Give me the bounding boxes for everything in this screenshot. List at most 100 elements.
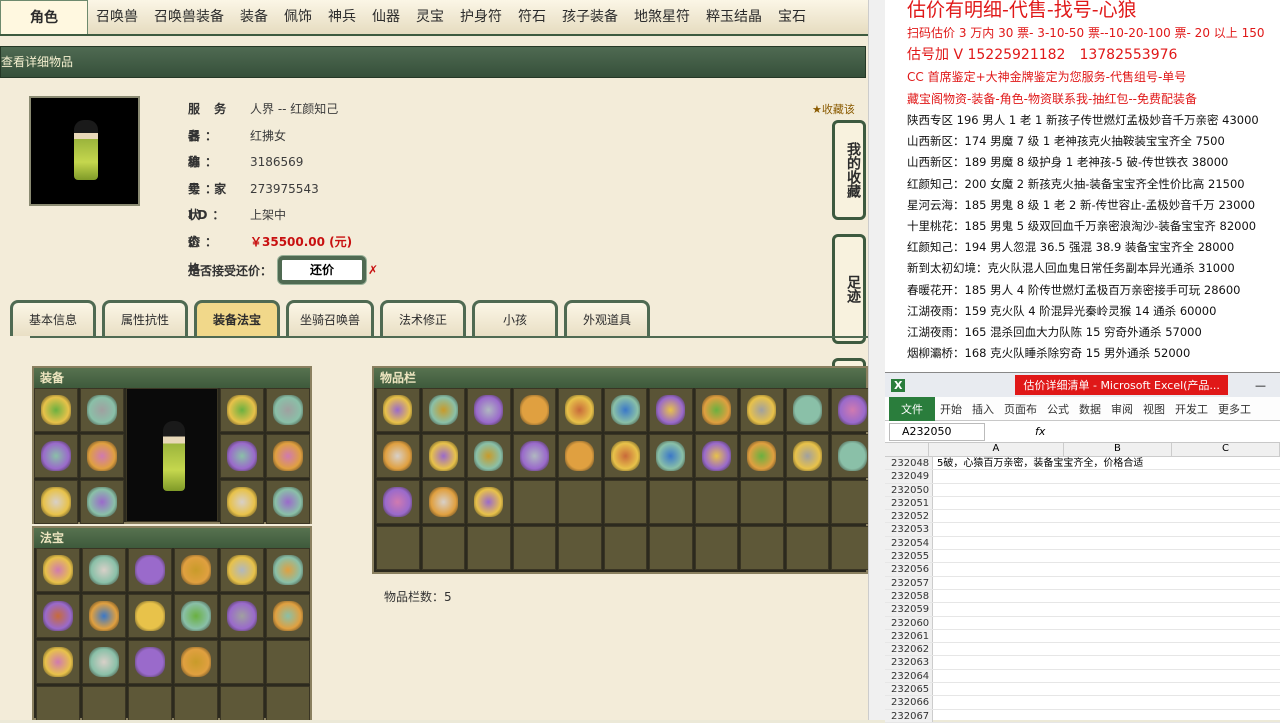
- sheet-row[interactable]: 232063: [885, 656, 1280, 670]
- item-slot[interactable]: [82, 640, 126, 684]
- item-slot[interactable]: [36, 640, 80, 684]
- item-slot[interactable]: [558, 434, 602, 478]
- favorite-link[interactable]: ★收藏该: [812, 101, 855, 117]
- ribbon-tab-5[interactable]: 审阅: [1106, 401, 1138, 417]
- item-slot[interactable]: [80, 388, 124, 432]
- column-header-A[interactable]: A: [929, 443, 1064, 456]
- sheet-row[interactable]: 232065: [885, 683, 1280, 697]
- item-slot[interactable]: [558, 388, 602, 432]
- item-slot[interactable]: [512, 434, 556, 478]
- file-tab[interactable]: 文件: [889, 396, 935, 421]
- item-slot[interactable]: [421, 434, 465, 478]
- item-slot[interactable]: [831, 434, 868, 478]
- sheet-row[interactable]: 232056: [885, 563, 1280, 577]
- tab-1[interactable]: 属性抗性: [102, 300, 188, 336]
- sheet-row[interactable]: 232064: [885, 669, 1280, 684]
- ribbon-tab-1[interactable]: 插入: [967, 401, 999, 417]
- nav-tab-5[interactable]: 神兵: [320, 0, 364, 34]
- ribbon-tab-2[interactable]: 页面布: [999, 401, 1042, 417]
- tab-4[interactable]: 法术修正: [380, 300, 466, 336]
- name-box[interactable]: A232050: [889, 422, 985, 441]
- item-slot[interactable]: [740, 388, 784, 432]
- item-slot[interactable]: [376, 388, 420, 432]
- nav-tab-11[interactable]: 地煞星符: [626, 0, 698, 34]
- item-slot[interactable]: [34, 480, 78, 524]
- sheet-row[interactable]: 232050: [885, 483, 1280, 497]
- item-slot[interactable]: [266, 434, 310, 478]
- item-slot[interactable]: [128, 594, 172, 638]
- sheet-row[interactable]: 232059: [885, 603, 1280, 617]
- ribbon-tab-8[interactable]: 更多工: [1213, 401, 1256, 417]
- tab-5[interactable]: 小孩: [472, 300, 558, 336]
- sheet-row[interactable]: 232048 5破，心猿百万亲密，装备宝宝齐全，价格合适: [885, 457, 1280, 471]
- item-slot[interactable]: [220, 548, 264, 592]
- tab-2[interactable]: 装备法宝: [194, 300, 280, 336]
- item-slot[interactable]: [467, 388, 511, 432]
- item-slot[interactable]: [80, 480, 124, 524]
- sheet-row[interactable]: 232060: [885, 616, 1280, 630]
- item-slot[interactable]: [603, 388, 647, 432]
- item-slot[interactable]: [128, 640, 172, 684]
- item-slot[interactable]: [421, 388, 465, 432]
- column-header-C[interactable]: C: [1172, 443, 1280, 456]
- tab-0[interactable]: 基本信息: [10, 300, 96, 336]
- item-slot[interactable]: [740, 434, 784, 478]
- nav-tab-12[interactable]: 粹玉结晶: [698, 0, 770, 34]
- item-slot[interactable]: [36, 594, 80, 638]
- nav-tab-13[interactable]: 宝石: [770, 0, 814, 34]
- item-slot[interactable]: [376, 480, 420, 524]
- nav-tab-6[interactable]: 仙器: [364, 0, 408, 34]
- nav-tab-7[interactable]: 灵宝: [408, 0, 452, 34]
- ribbon-tab-0[interactable]: 开始: [935, 401, 967, 417]
- item-slot[interactable]: [266, 594, 310, 638]
- nav-tab-9[interactable]: 符石: [510, 0, 554, 34]
- sheet-row[interactable]: 232055: [885, 550, 1280, 564]
- tab-6[interactable]: 外观道具: [564, 300, 650, 336]
- item-slot[interactable]: [220, 594, 264, 638]
- ribbon-tab-3[interactable]: 公式: [1042, 401, 1074, 417]
- ribbon-tab-7[interactable]: 开发工: [1170, 401, 1213, 417]
- item-slot[interactable]: [649, 434, 693, 478]
- item-slot[interactable]: [421, 480, 465, 524]
- nav-tab-1[interactable]: 召唤兽: [88, 0, 146, 34]
- cell-a[interactable]: 5破，心猿百万亲密，装备宝宝齐全，价格合适: [933, 457, 1143, 469]
- item-slot[interactable]: [467, 480, 511, 524]
- sheet-row[interactable]: 232058: [885, 589, 1280, 604]
- item-slot[interactable]: [220, 480, 264, 524]
- item-slot[interactable]: [785, 434, 829, 478]
- nav-tab-8[interactable]: 护身符: [452, 0, 510, 34]
- item-slot[interactable]: [174, 548, 218, 592]
- sheet-row[interactable]: 232053: [885, 523, 1280, 537]
- nav-tab-2[interactable]: 召唤兽装备: [146, 0, 232, 34]
- sheet-row[interactable]: 232054: [885, 536, 1280, 551]
- sheet-row[interactable]: 232062: [885, 643, 1280, 657]
- item-slot[interactable]: [694, 434, 738, 478]
- item-slot[interactable]: [82, 548, 126, 592]
- sheet-row[interactable]: 232066: [885, 696, 1280, 710]
- item-slot[interactable]: [603, 434, 647, 478]
- item-slot[interactable]: [82, 594, 126, 638]
- nav-tab-10[interactable]: 孩子装备: [554, 0, 626, 34]
- counter-offer-button[interactable]: 还价: [278, 256, 367, 284]
- item-slot[interactable]: [785, 388, 829, 432]
- nav-tab-0[interactable]: 角色: [0, 0, 88, 34]
- tab-3[interactable]: 坐骑召唤兽: [286, 300, 374, 336]
- column-header-B[interactable]: B: [1064, 443, 1172, 456]
- item-slot[interactable]: [174, 594, 218, 638]
- item-slot[interactable]: [512, 388, 556, 432]
- item-slot[interactable]: [694, 388, 738, 432]
- minimize-icon[interactable]: —: [1255, 379, 1266, 392]
- item-slot[interactable]: [34, 388, 78, 432]
- sheet-row[interactable]: 232057: [885, 576, 1280, 590]
- item-slot[interactable]: [266, 480, 310, 524]
- item-slot[interactable]: [80, 434, 124, 478]
- ribbon-tab-4[interactable]: 数据: [1074, 401, 1106, 417]
- item-slot[interactable]: [36, 548, 80, 592]
- item-slot[interactable]: [266, 388, 310, 432]
- item-slot[interactable]: [34, 434, 78, 478]
- item-slot[interactable]: [220, 434, 264, 478]
- sheet-row[interactable]: 232049: [885, 470, 1280, 484]
- item-slot[interactable]: [467, 434, 511, 478]
- item-slot[interactable]: [174, 640, 218, 684]
- nav-tab-3[interactable]: 装备: [232, 0, 276, 34]
